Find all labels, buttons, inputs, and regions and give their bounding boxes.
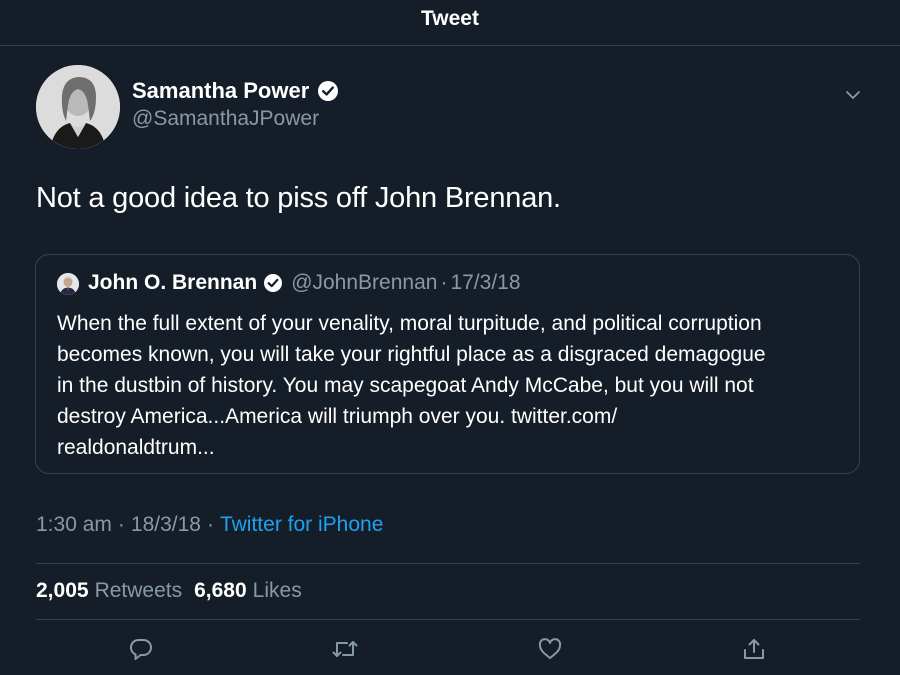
quoted-author-name: John O. Brennan <box>88 271 258 294</box>
author-name[interactable]: Samantha Power <box>132 78 309 104</box>
verified-badge-icon <box>317 80 339 102</box>
quoted-text-line: in the dustbin of history. You may scape… <box>57 374 754 397</box>
separator: · <box>117 513 125 536</box>
quoted-text-line: destroy America...America will triumph o… <box>57 405 618 428</box>
top-bar: Tweet <box>0 0 900 46</box>
tweet-detail-screen: Tweet Samantha Power @SamanthaJPower Not… <box>0 0 900 675</box>
likes-label[interactable]: Likes <box>253 579 302 603</box>
share-icon <box>744 639 764 659</box>
quoted-header: John O. Brennan @JohnBrennan · 17/3/18 <box>88 271 521 295</box>
divider <box>36 563 860 564</box>
reply-button[interactable] <box>127 635 155 663</box>
share-button[interactable] <box>740 635 768 663</box>
retweets-label[interactable]: Retweets <box>95 579 183 603</box>
author-handle[interactable]: @SamanthaJPower <box>132 107 319 131</box>
tweet-time: 1:30 am <box>36 513 112 536</box>
tweet-date: 18/3/18 <box>130 513 201 536</box>
retweet-icon <box>332 641 358 657</box>
separator: · <box>206 513 214 536</box>
author-name-row[interactable]: Samantha Power <box>132 78 339 104</box>
divider <box>36 619 860 620</box>
avatar-photo <box>36 65 120 149</box>
quoted-text-line: becomes known, you will take your rightf… <box>57 343 766 366</box>
quoted-author-handle: @JohnBrennan <box>291 271 438 294</box>
chevron-down-icon[interactable] <box>842 84 864 106</box>
like-icon <box>538 638 562 659</box>
separator: · <box>440 271 448 294</box>
quoted-date: 17/3/18 <box>450 271 521 294</box>
quoted-text-line: realdonaldtrum... <box>57 436 215 459</box>
likes-count[interactable]: 6,680 <box>194 579 247 603</box>
quoted-text: When the full extent of your venality, m… <box>57 308 852 463</box>
tweet-text: Not a good idea to piss off John Brennan… <box>36 182 561 214</box>
tweet-meta: 1:30 am · 18/3/18 · Twitter for iPhone <box>36 513 383 537</box>
quoted-text-line: When the full extent of your venality, m… <box>57 312 762 335</box>
like-button[interactable] <box>536 635 564 663</box>
reply-icon <box>129 638 152 660</box>
verified-badge-icon <box>263 273 283 293</box>
tweet-source-link[interactable]: Twitter for iPhone <box>220 513 383 537</box>
retweet-button[interactable] <box>331 635 359 663</box>
tweet-stats: 2,005 Retweets 6,680 Likes <box>36 579 314 603</box>
author-avatar[interactable] <box>36 65 120 149</box>
page-title: Tweet <box>421 6 479 30</box>
quoted-author-avatar <box>57 273 79 295</box>
quoted-tweet[interactable]: John O. Brennan @JohnBrennan · 17/3/18 W… <box>35 254 860 474</box>
retweets-count[interactable]: 2,005 <box>36 579 89 603</box>
